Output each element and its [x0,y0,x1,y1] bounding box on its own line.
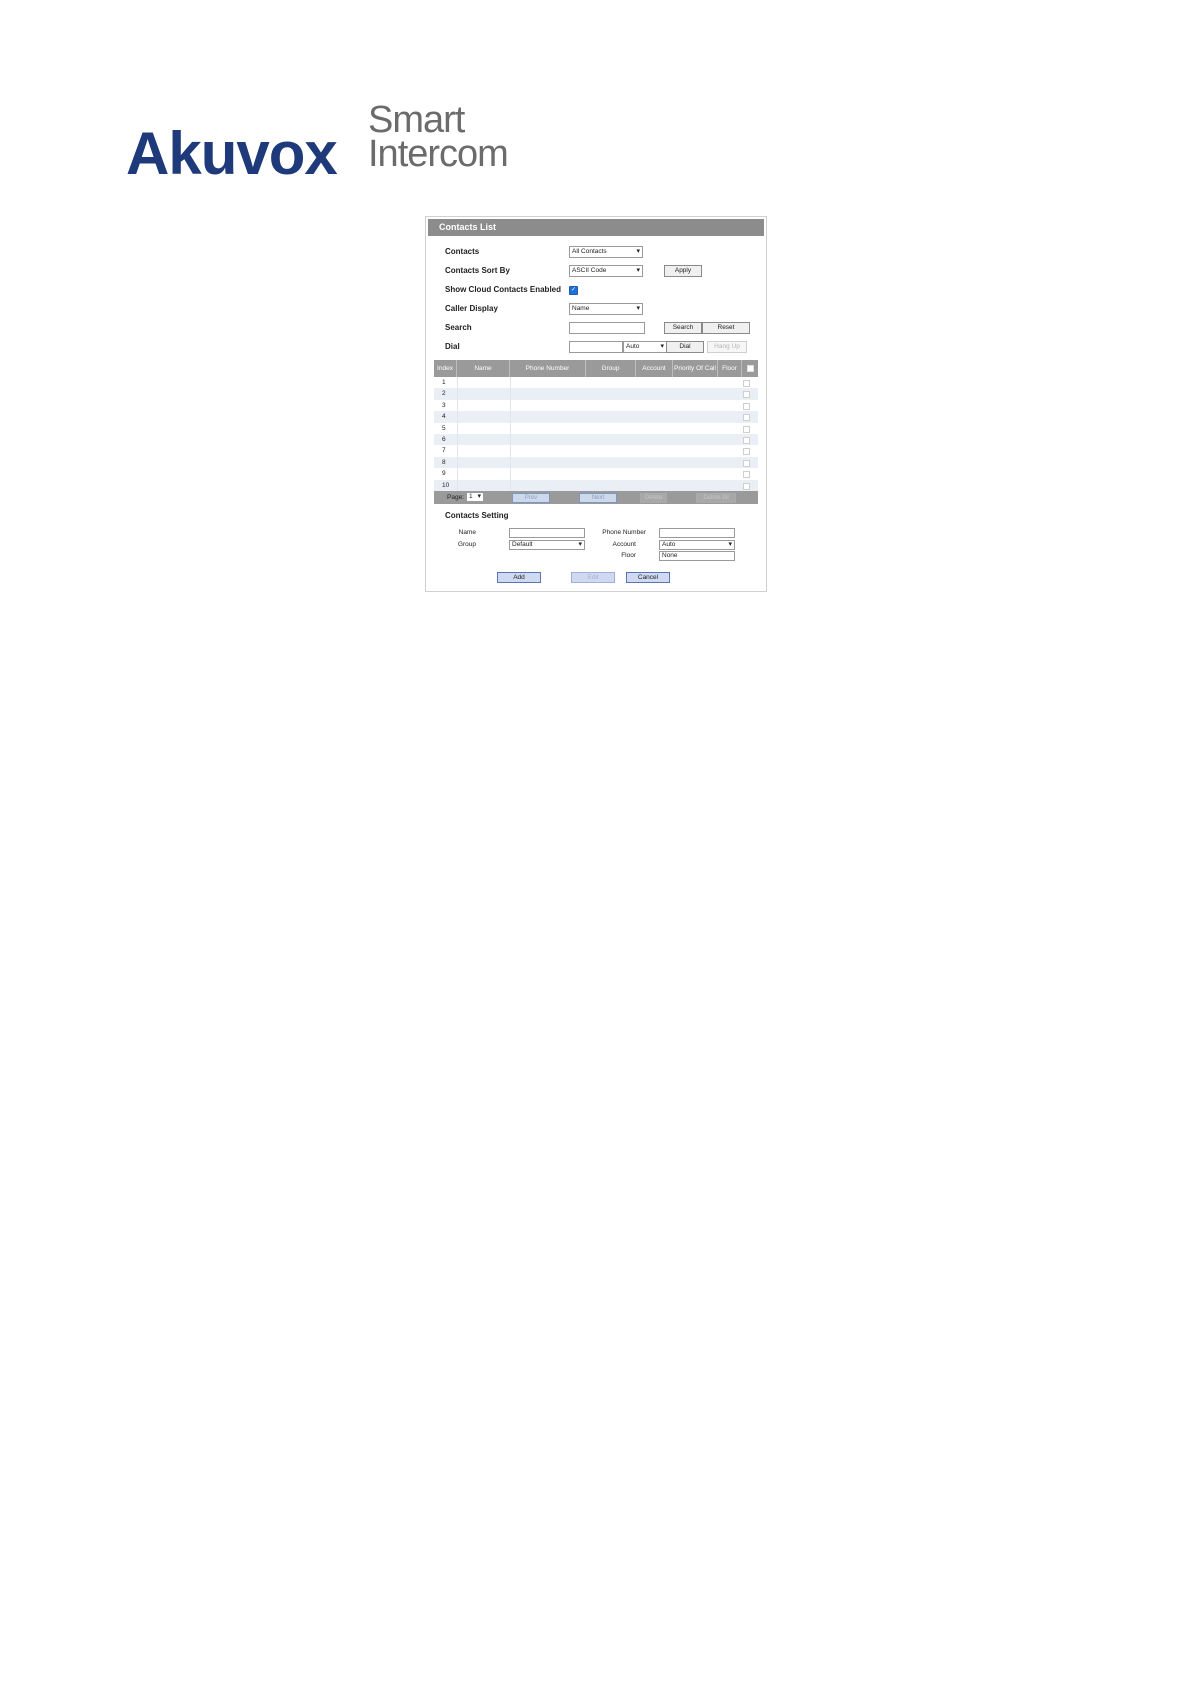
delete-button[interactable]: Delete [640,493,667,503]
caller-display-select[interactable]: Name [569,303,643,315]
row-checkbox[interactable] [743,482,750,490]
add-button[interactable]: Add [497,572,541,583]
setting-floor-input[interactable]: None [659,551,735,561]
setting-group-label: Group [457,541,476,548]
setting-group-select[interactable]: Default [509,540,585,550]
setting-phone-input[interactable] [659,528,735,538]
select-all-checkbox[interactable] [746,365,754,372]
search-row: Search Search Reset [445,321,755,335]
apply-button[interactable]: Apply [664,265,702,277]
contacts-table: Index Name Phone Number Group Account Pr… [434,360,758,491]
contacts-select[interactable]: All Contacts [569,246,643,258]
dial-account-select[interactable]: Auto [623,341,667,353]
setting-name-input[interactable] [509,528,585,538]
cancel-button[interactable]: Cancel [626,572,670,583]
hang-up-button[interactable]: Hang Up [707,341,747,353]
setting-account-select[interactable]: Auto [659,540,735,550]
delete-all-button[interactable]: Delete All [696,493,736,503]
edit-button[interactable]: Edit [571,572,615,583]
pagination-bar: Page: 1 Prev Next Delete Delete All [434,491,758,504]
row-checkbox[interactable] [743,448,750,456]
contacts-row: Contacts All Contacts [445,245,745,259]
contacts-setting-title: Contacts Setting [445,511,509,520]
show-cloud-label: Show Cloud Contacts Enabled [445,285,562,294]
contacts-label: Contacts [445,247,480,256]
setting-phone-label: Phone Number [602,529,646,536]
th-index: Index [434,360,457,377]
dial-button[interactable]: Dial [666,341,704,353]
th-select-all [742,360,758,377]
row-checkbox[interactable] [743,380,750,387]
table-row: 9 [434,468,758,480]
table-row: 4 [434,411,758,423]
setting-name-label: Name [458,529,476,536]
table-row: 10 [434,479,758,491]
logo-intercom-text: Intercom [368,133,509,175]
table-row: 6 [434,433,758,446]
search-label: Search [445,323,472,332]
setting-account-label: Account [612,541,637,548]
row-checkbox[interactable] [743,459,750,467]
search-input[interactable] [569,322,645,334]
dial-label: Dial [445,342,460,351]
th-group: Group [586,360,636,377]
th-priority-of-call: Priority Of Call [673,360,718,377]
caller-display-row: Caller Display Name [445,302,745,316]
akuvox-logo: Akuvox Smart Intercom [126,99,509,187]
th-floor: Floor [718,360,742,377]
th-phone-number: Phone Number [510,360,586,377]
show-cloud-row: Show Cloud Contacts Enabled ✓ [445,283,745,297]
dial-input[interactable] [569,341,623,353]
table-row: 7 [434,445,758,457]
page-label: Page: [447,494,464,501]
th-name: Name [457,360,510,377]
table-row: 3 [434,399,758,412]
th-account: Account [636,360,673,377]
search-button[interactable]: Search [664,322,702,334]
contacts-list-panel: Contacts List Contacts All Contacts Cont… [425,216,767,592]
show-cloud-checkbox[interactable]: ✓ [569,286,578,295]
sort-by-label: Contacts Sort By [445,266,510,275]
reset-button[interactable]: Reset [702,322,750,334]
table-row: 5 [434,422,758,434]
prev-button[interactable]: Prev [512,493,550,503]
row-checkbox[interactable] [743,414,750,422]
row-checkbox[interactable] [743,402,750,410]
panel-title: Contacts List [428,219,764,236]
page-select[interactable]: 1 [466,492,484,502]
table-row: 8 [434,456,758,469]
dial-row: Dial Auto Dial Hang Up [445,340,755,354]
caller-display-label: Caller Display [445,304,498,313]
table-body: 1 2 3 4 5 6 7 8 9 10 [434,377,758,491]
row-checkbox[interactable] [743,471,750,479]
row-checkbox[interactable] [743,391,750,399]
logo-brand-text: Akuvox [126,120,338,187]
next-button[interactable]: Next [579,493,617,503]
sort-by-select[interactable]: ASCII Code [569,265,643,277]
row-checkbox[interactable] [743,425,750,433]
sort-by-row: Contacts Sort By ASCII Code Apply [445,264,745,278]
setting-floor-label: Floor [621,552,636,559]
table-header: Index Name Phone Number Group Account Pr… [434,360,758,377]
row-checkbox[interactable] [743,436,750,444]
table-row: 2 [434,388,758,400]
table-row: 1 [434,377,758,389]
